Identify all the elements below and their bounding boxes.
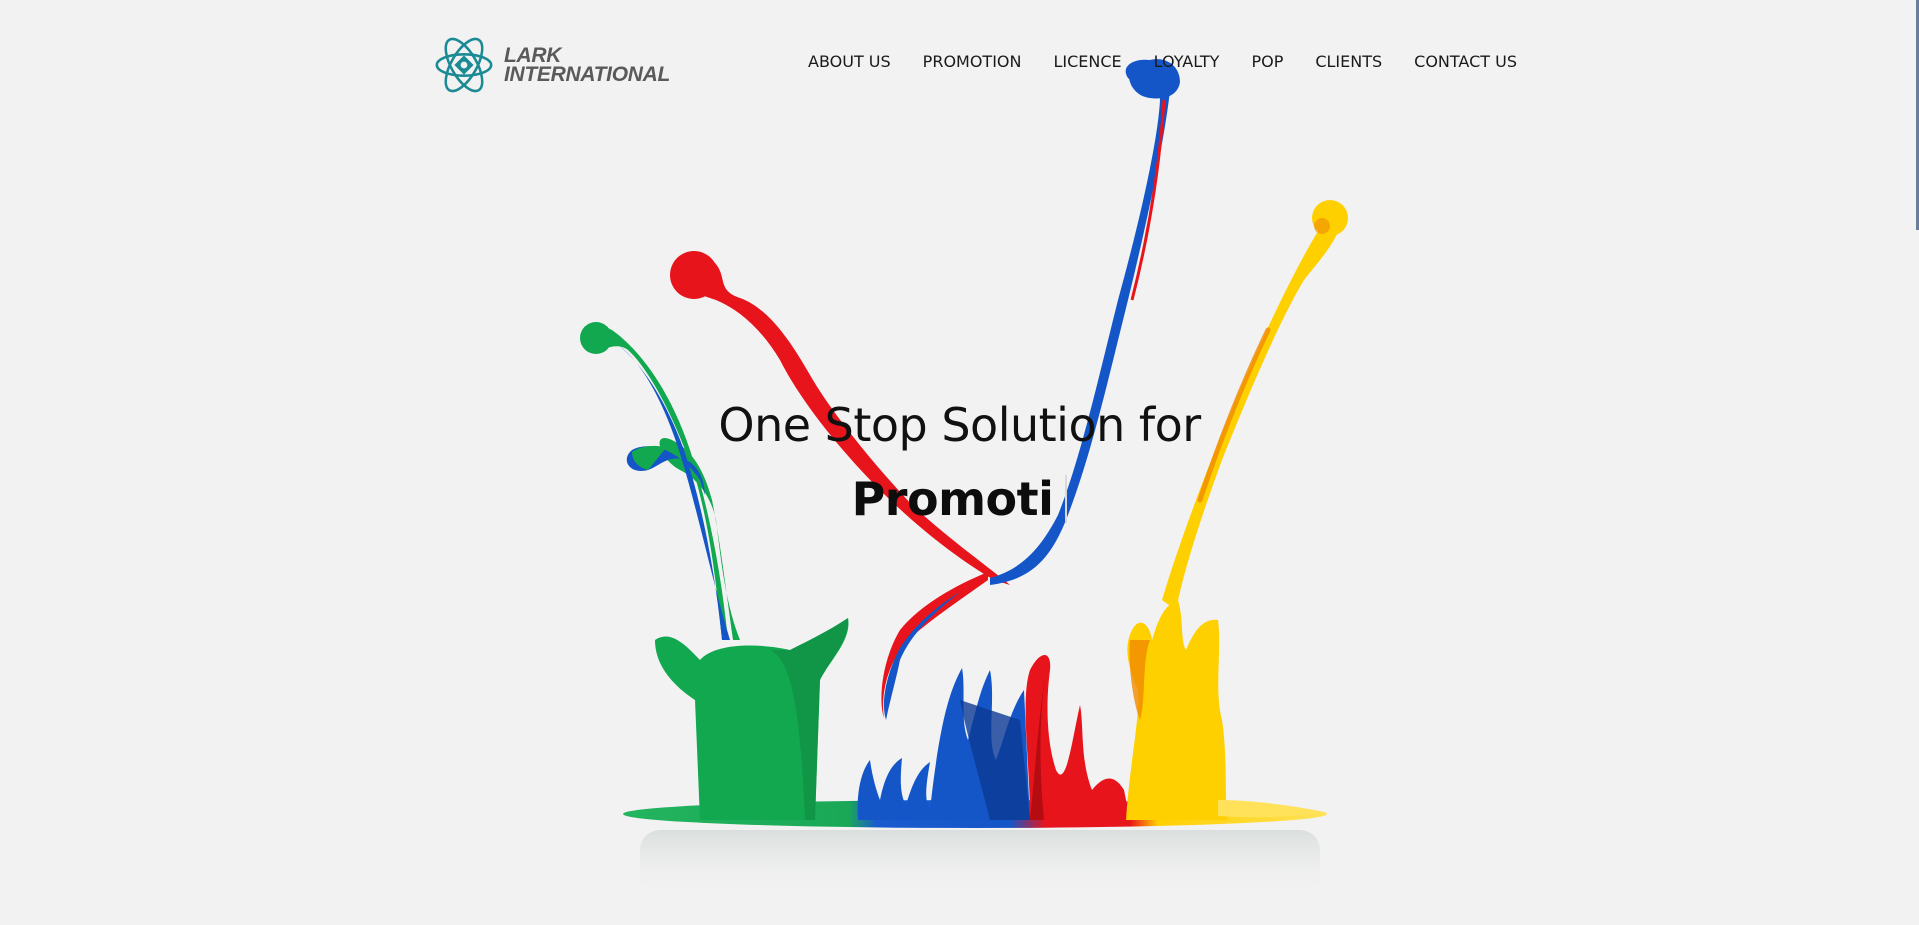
nav-pop[interactable]: POP	[1251, 52, 1283, 71]
nav-loyalty[interactable]: LOYALTY	[1154, 52, 1220, 71]
paint-splash-illustration	[580, 59, 1348, 900]
nav-clients[interactable]: CLIENTS	[1315, 52, 1382, 71]
hero-typed-line: Promoti	[0, 472, 1919, 526]
nav-about-us[interactable]: ABOUT US	[808, 52, 891, 71]
hero-typed-text: Promoti	[851, 472, 1054, 526]
hero-headline: One Stop Solution for	[718, 398, 1201, 452]
typing-cursor	[1065, 475, 1068, 523]
nav-contact-us[interactable]: CONTACT US	[1414, 52, 1517, 71]
nav-licence[interactable]: LICENCE	[1053, 52, 1121, 71]
page: LARK INTERNATIONAL ABOUT US PROMOTION LI…	[0, 0, 1919, 925]
nav-promotion[interactable]: PROMOTION	[923, 52, 1022, 71]
